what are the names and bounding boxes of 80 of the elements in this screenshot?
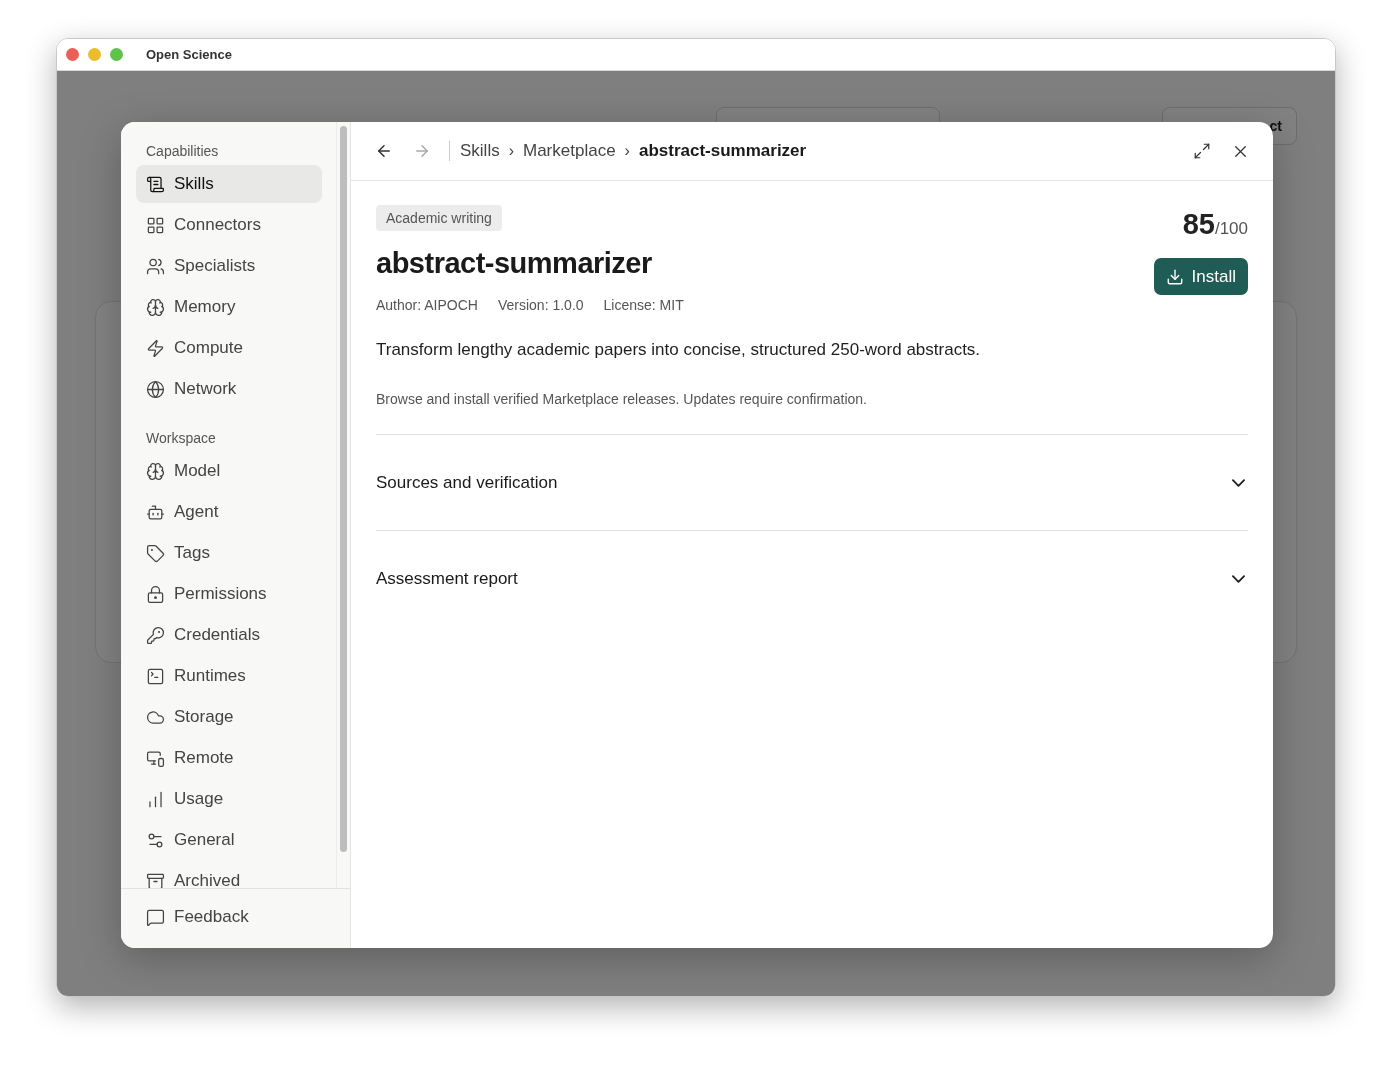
lightning-icon — [146, 338, 165, 358]
chat-icon — [146, 907, 165, 927]
brain-icon — [146, 297, 165, 317]
sidebar-item-label: Remote — [174, 748, 234, 768]
sidebar-item[interactable]: Compute — [136, 329, 322, 367]
sidebar-item-label: Agent — [174, 502, 219, 522]
sidebar-item[interactable]: Connectors — [136, 206, 322, 244]
sidebar-item-label: Permissions — [174, 584, 267, 604]
accordion-title: Sources and verification — [376, 472, 558, 493]
sidebar-item-label: Tags — [174, 543, 210, 563]
sidebar-item[interactable]: Specialists — [136, 247, 322, 285]
breadcrumb-separator: › — [624, 142, 630, 160]
sidebar-item[interactable]: Runtimes — [136, 657, 322, 695]
window-title: Open Science — [146, 47, 232, 62]
sidebar-item-label: Credentials — [174, 625, 260, 645]
zoom-control[interactable] — [110, 48, 123, 61]
sidebar-item[interactable]: Permissions — [136, 575, 322, 613]
users-icon — [146, 256, 165, 276]
sidebar-item[interactable]: Network — [136, 370, 322, 408]
sidebar-item-label: General — [174, 830, 235, 850]
note-text: Browse and install verified Marketplace releases. Updates require confirmation. — [376, 391, 868, 407]
key-icon — [146, 625, 165, 645]
sidebar-item[interactable]: Tags — [136, 534, 322, 572]
sidebar-item-label: Connectors — [174, 215, 261, 235]
sidebar-item[interactable]: Remote — [136, 739, 322, 777]
sidebar-item[interactable]: General — [136, 821, 322, 859]
sidebar-item-label: Specialists — [174, 256, 256, 276]
feedback-label: Feedback — [174, 907, 249, 927]
score-value: 85 — [1182, 208, 1215, 241]
accordion-header[interactable]: Assessment report — [376, 530, 1248, 626]
sidebar-item[interactable]: Archived — [136, 862, 322, 888]
sidebar-item-label: Runtimes — [174, 666, 246, 686]
sidebar-item-label: Skills — [174, 174, 214, 194]
section-heading: Capabilities — [145, 142, 220, 161]
category-tag: Academic writing — [376, 205, 502, 231]
scroll-icon — [146, 174, 165, 194]
sidebar-item-label: Memory — [174, 297, 236, 317]
terminal-icon — [146, 666, 165, 686]
breadcrumb-link[interactable]: abstract-summarizer — [638, 141, 807, 161]
arrow-right-icon — [413, 142, 431, 160]
archive-icon — [146, 871, 165, 888]
sidebar-item-label: Archived — [174, 871, 241, 888]
sidebar-item[interactable]: Memory — [136, 288, 322, 326]
feedback-item[interactable]: Feedback — [136, 898, 335, 936]
scrollbar[interactable] — [336, 122, 350, 888]
section-heading: Workspace — [145, 429, 217, 448]
close-control[interactable] — [66, 48, 79, 61]
grid-icon — [146, 215, 165, 235]
expand-icon — [1193, 142, 1211, 160]
globe-icon — [146, 379, 165, 399]
sidebar-item[interactable]: Agent — [136, 493, 322, 531]
sidebar-item-label: Model — [174, 461, 221, 481]
sidebar-item[interactable]: Credentials — [136, 616, 322, 654]
breadcrumb-separator: › — [508, 142, 514, 160]
sidebar-item[interactable]: Model — [136, 452, 322, 490]
meta-text: License: MIT — [603, 297, 684, 313]
meta-text: Version: 1.0.0 — [497, 297, 584, 313]
sidebar-item-label: Usage — [174, 789, 224, 809]
sidebar-item-label: Compute — [174, 338, 243, 358]
minimize-control[interactable] — [88, 48, 101, 61]
score-max: /100 — [1214, 219, 1248, 239]
chart-icon — [146, 789, 165, 809]
accordion-header[interactable]: Sources and verification — [376, 434, 1248, 530]
meta-text: Author: AIPOCH — [376, 297, 478, 313]
description: Transform lengthy academic papers into concise, structured 250-word abstracts. — [376, 340, 982, 360]
sidebar-item-label: Storage — [174, 707, 234, 727]
tag-icon — [146, 543, 165, 563]
lock-icon — [146, 584, 165, 604]
sidebar-item-label: Network — [174, 379, 237, 399]
sidebar-item[interactable]: Skills — [136, 165, 322, 203]
breadcrumb-link[interactable]: Skills — [460, 141, 500, 161]
sidebar-item[interactable]: Usage — [136, 780, 322, 818]
install-button[interactable]: Install — [1153, 258, 1248, 295]
scrollbar-thumb[interactable] — [340, 126, 347, 852]
skill-title: abstract-summarizer — [376, 247, 652, 280]
brain-icon — [146, 461, 165, 481]
accordion-title: Assessment report — [376, 568, 518, 589]
sidebar-item[interactable]: Storage — [136, 698, 322, 736]
breadcrumb-link[interactable]: Marketplace — [523, 141, 616, 161]
download-icon — [1165, 267, 1184, 286]
